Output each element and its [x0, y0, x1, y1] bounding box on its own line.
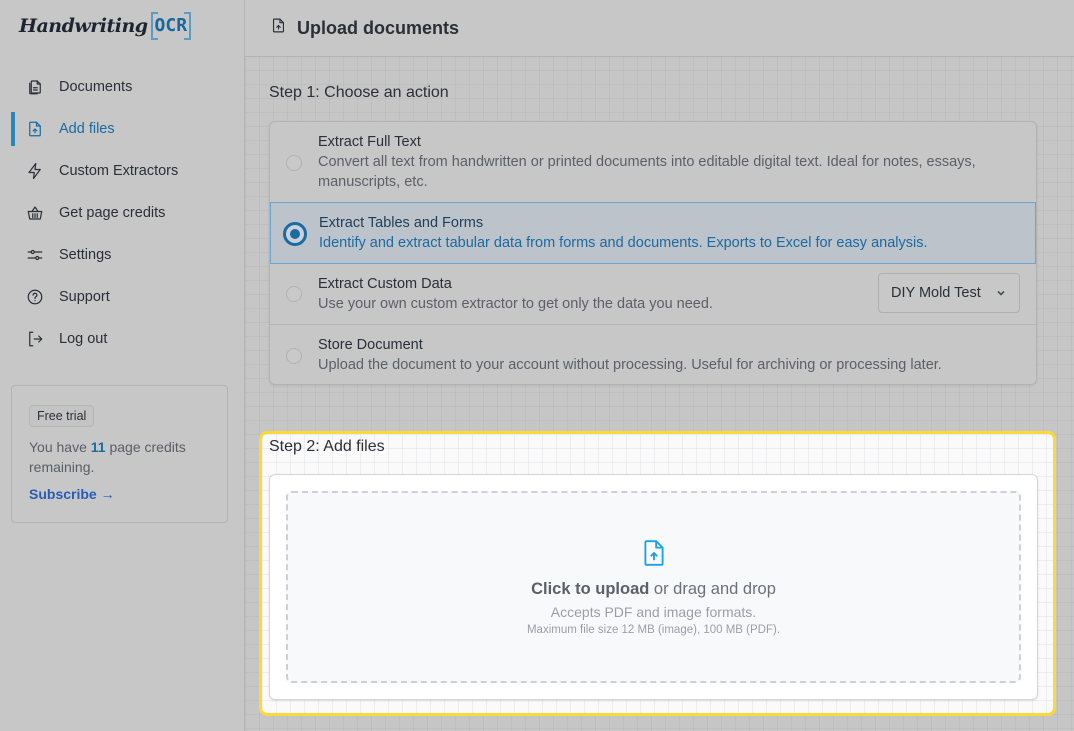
sidebar-nav: Documents Add files Custom Extractors Ge…: [0, 66, 245, 360]
sidebar-item-label: Log out: [59, 331, 108, 347]
credits-count: 11: [90, 439, 106, 455]
sidebar-item-label: Settings: [59, 247, 112, 263]
sidebar-item-support[interactable]: Support: [0, 276, 245, 318]
sidebar-item-get-page-credits[interactable]: Get page credits: [0, 192, 245, 234]
sidebar-item-label: Get page credits: [59, 205, 166, 221]
sidebar-item-settings[interactable]: Settings: [0, 234, 245, 276]
upload-dropzone[interactable]: Click to upload or drag and drop Accepts…: [286, 491, 1021, 683]
documents-icon: [26, 78, 44, 96]
sliders-icon: [26, 246, 44, 264]
option-description: Upload the document to your account with…: [318, 357, 942, 373]
credits-text-prefix: You have: [29, 439, 91, 455]
select-value: DIY Mold Test: [891, 285, 981, 301]
sidebar-item-label: Documents: [59, 79, 133, 95]
step1-label: Step 1: Choose an action: [269, 84, 449, 101]
click-to-upload[interactable]: Click to upload: [531, 580, 649, 598]
radio-button-selected[interactable]: [283, 222, 307, 246]
help-circle-icon: [26, 288, 44, 306]
sidebar-item-label: Custom Extractors: [59, 163, 179, 179]
sidebar: Handwriting OCR Documents Add files Cust…: [0, 0, 245, 731]
option-description: Convert all text from handwritten or pri…: [318, 154, 976, 190]
step2-highlight: Step 2: Add files Click to upload or dra…: [259, 431, 1056, 716]
sidebar-item-custom-extractors[interactable]: Custom Extractors: [0, 150, 245, 192]
file-upload-icon: [270, 17, 287, 39]
accepted-formats: Accepts PDF and image formats.: [550, 604, 757, 620]
chevron-down-icon: [995, 287, 1007, 299]
option-extract-custom-data[interactable]: Extract Custom Data Use your own custom …: [270, 264, 1036, 325]
credits-remaining-text: You have 11 page credits remaining.: [29, 437, 210, 477]
lightning-icon: [26, 162, 44, 180]
radio-button[interactable]: [286, 348, 302, 364]
logo[interactable]: Handwriting OCR: [19, 10, 191, 42]
sidebar-item-label: Support: [59, 289, 110, 305]
drag-drop-text: or drag and drop: [649, 580, 776, 598]
max-file-size: Maximum file size 12 MB (image), 100 MB …: [526, 624, 781, 636]
option-title: Extract Tables and Forms: [319, 215, 484, 231]
logo-script: Handwriting: [19, 15, 148, 37]
radio-button[interactable]: [286, 155, 302, 171]
option-description: Use your own custom extractor to get onl…: [318, 296, 713, 312]
action-options: Extract Full Text Convert all text from …: [269, 121, 1037, 385]
radio-button[interactable]: [286, 286, 302, 302]
option-description: Identify and extract tabular data from f…: [319, 235, 928, 251]
sidebar-item-label: Add files: [59, 121, 115, 137]
logout-icon: [26, 330, 44, 348]
option-title: Store Document: [318, 337, 423, 353]
free-trial-badge: Free trial: [29, 405, 95, 427]
file-upload-icon: [26, 120, 44, 138]
upload-card: Click to upload or drag and drop Accepts…: [269, 474, 1038, 700]
option-store-document[interactable]: Store Document Upload the document to yo…: [270, 325, 1036, 384]
option-title: Extract Full Text: [318, 134, 421, 150]
main-content: Upload documents Step 1: Choose an actio…: [245, 0, 1074, 731]
step2-label: Step 2: Add files: [269, 438, 385, 455]
upload-instruction: Click to upload or drag and drop: [531, 580, 776, 599]
sidebar-item-add-files[interactable]: Add files: [0, 108, 245, 150]
trial-card: Free trial You have 11 page credits rema…: [11, 385, 228, 523]
file-upload-icon: [641, 539, 667, 572]
option-extract-full-text[interactable]: Extract Full Text Convert all text from …: [270, 122, 1036, 203]
page-title: Upload documents: [297, 17, 460, 38]
option-title: Extract Custom Data: [318, 276, 452, 292]
subscribe-link[interactable]: Subscribe →: [29, 486, 115, 502]
logo-ocr-mark: OCR: [150, 12, 192, 40]
basket-icon: [26, 204, 44, 222]
page-header: Upload documents: [245, 0, 1074, 57]
sidebar-item-log-out[interactable]: Log out: [0, 318, 245, 360]
sidebar-item-documents[interactable]: Documents: [0, 66, 245, 108]
custom-extractor-select[interactable]: DIY Mold Test: [878, 273, 1020, 313]
option-extract-tables-forms[interactable]: Extract Tables and Forms Identify and ex…: [270, 202, 1036, 264]
